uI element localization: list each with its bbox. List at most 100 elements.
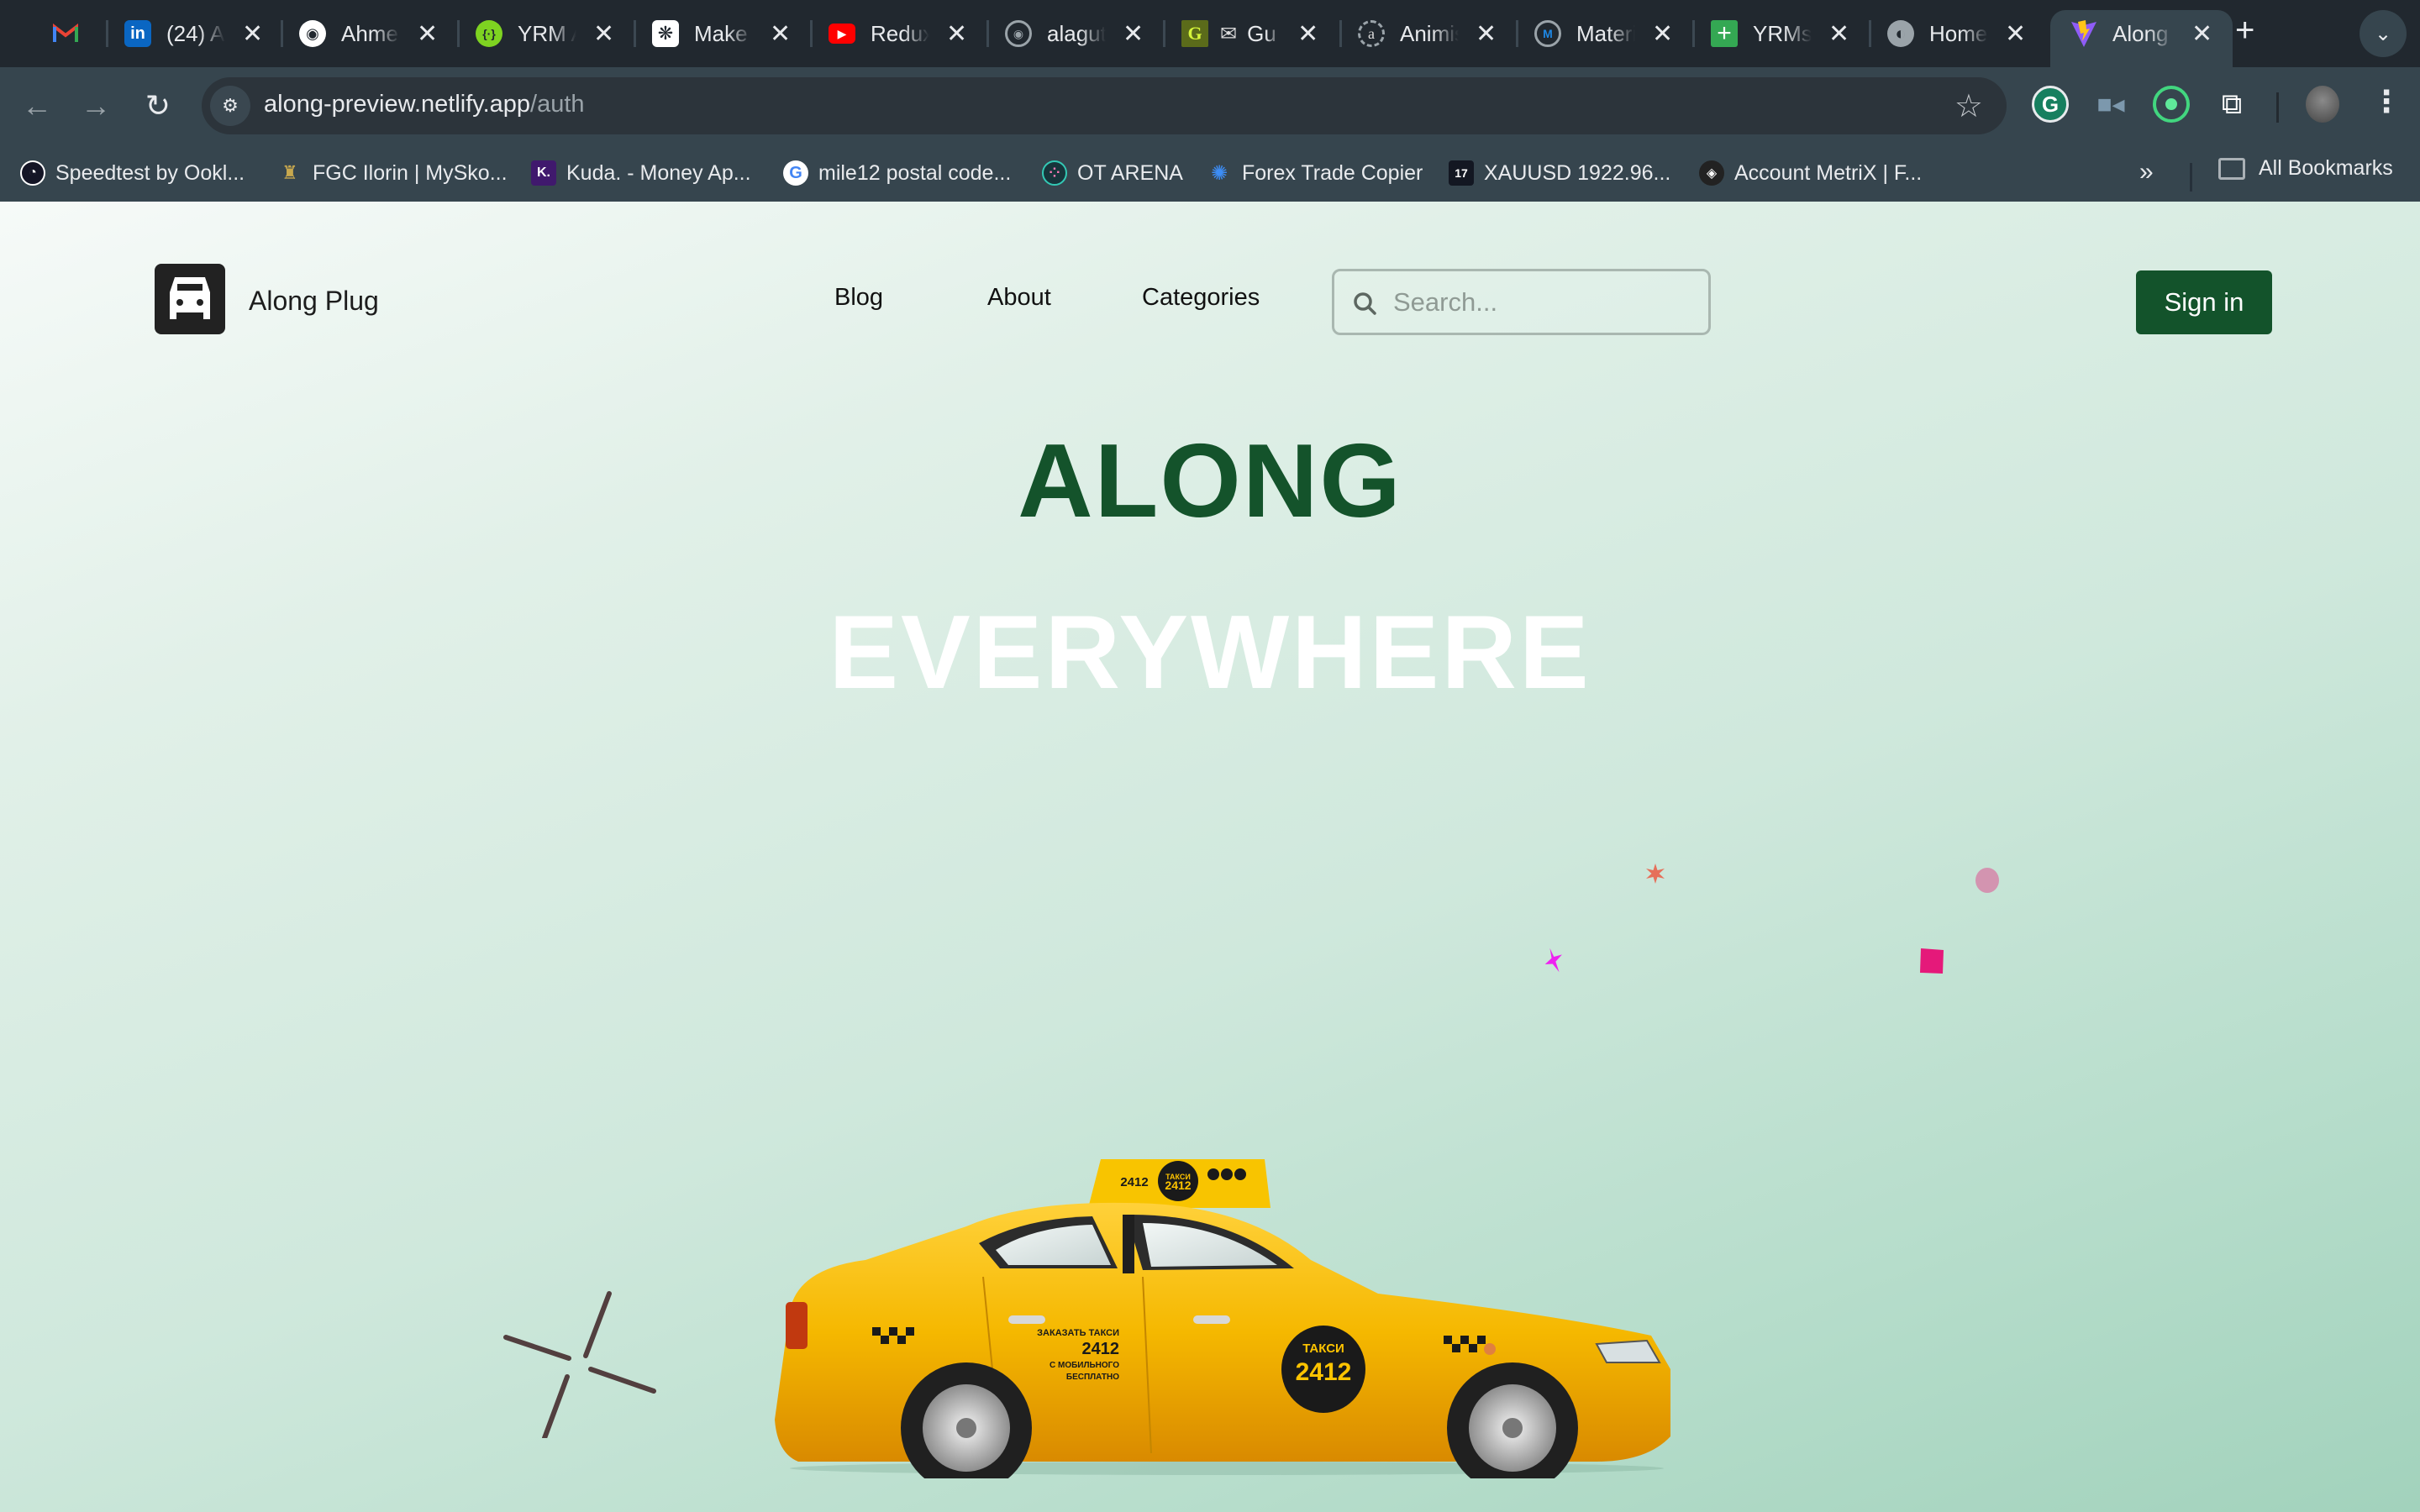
bookmarks-bar: ◔ Speedtest by Ookl... ♜ FGC Ilorin | My… <box>0 144 2420 202</box>
bookmark-star-button[interactable]: ☆ <box>1954 87 1983 125</box>
tab-title: YRMs <box>1753 20 1812 46</box>
forex-icon: ✺ <box>1210 161 1228 185</box>
car-icon <box>170 277 210 319</box>
sheets-icon: + <box>1711 19 1738 47</box>
tab-animista[interactable]: a Animis ✕ <box>1358 10 1497 57</box>
site-info-button[interactable]: ⚙ <box>210 86 250 126</box>
tab-separator <box>1869 20 1871 47</box>
bookmark-label: OT ARENA <box>1077 160 1183 185</box>
profile-avatar[interactable] <box>2306 86 2339 123</box>
target-extension[interactable] <box>2153 86 2190 123</box>
search-input[interactable] <box>1393 281 1696 323</box>
close-icon[interactable]: ✕ <box>2005 19 2026 49</box>
url-host: along-preview.netlify.app <box>264 91 531 118</box>
hero-title: ALONG <box>1018 423 1402 539</box>
close-icon[interactable]: ✕ <box>1476 19 1497 49</box>
tab-separator <box>810 20 813 47</box>
bookmark-item[interactable]: ♜ FGC Ilorin | MySko... <box>277 156 507 190</box>
ot-arena-icon: ⁘ <box>1042 160 1067 186</box>
star-icon: ☆ <box>1954 89 1983 124</box>
bookmark-item[interactable]: 17 XAUUSD 1922.96... <box>1449 156 1670 190</box>
close-icon[interactable]: ✕ <box>593 19 614 49</box>
folder-icon <box>2218 157 2245 180</box>
speedtest-icon: ◔ <box>20 160 45 186</box>
chevron-down-icon: ⌄ <box>2374 22 2392 45</box>
bookmark-item[interactable]: ◔ Speedtest by Ookl... <box>20 156 245 190</box>
tab-title: Ahme <box>341 20 398 46</box>
tab-gumroad[interactable]: G ✉ Gu ✕ <box>1181 10 1318 57</box>
browser-toolbar: ← → ↻ ⚙ along-preview.netlify.app/auth ☆… <box>0 67 2420 144</box>
tab-title: Redux <box>871 20 929 46</box>
extensions-button[interactable]: ⧉ <box>2213 86 2250 123</box>
bookmark-item[interactable]: ◈ Account MetriX | F... <box>1699 156 1922 190</box>
taxi-illustration: ТАКСИ 2412 2412 ЗАКАЗАТЬ ТАКСИ 2412 С МО… <box>775 1159 1670 1478</box>
svg-text:ЗАКАЗАТЬ ТАКСИ: ЗАКАЗАТЬ ТАКСИ <box>1037 1328 1119 1338</box>
video-extension[interactable]: ■◂ <box>2092 86 2129 123</box>
tab-title: Gu <box>1247 20 1276 46</box>
decorative-circle-icon <box>1975 868 1999 893</box>
back-button[interactable]: ← <box>13 82 60 129</box>
address-bar[interactable]: ⚙ along-preview.netlify.app/auth ☆ <box>202 77 2007 134</box>
tab-home[interactable]: ◐ Home ✕ <box>1887 10 2026 57</box>
nav-about[interactable]: About <box>987 284 1051 312</box>
url-text[interactable]: along-preview.netlify.app/auth <box>264 91 585 118</box>
tab-title: Materi <box>1576 20 1635 46</box>
close-icon[interactable]: ✕ <box>1123 19 1144 49</box>
bookmark-label: XAUUSD 1922.96... <box>1484 160 1671 185</box>
metrix-icon: ◈ <box>1699 160 1724 186</box>
tab-sheets[interactable]: + YRMs ✕ <box>1711 10 1849 57</box>
mail-icon: ✉ <box>1220 22 1238 45</box>
tab-github-2[interactable]: ◉ alagut ✕ <box>1005 10 1144 57</box>
bookmark-label: mile12 postal code... <box>818 160 1012 185</box>
bookmark-item[interactable]: ⁘ OT ARENA <box>1042 156 1183 190</box>
search-box[interactable] <box>1332 269 1711 335</box>
close-icon[interactable]: ✕ <box>946 19 967 49</box>
tab-separator <box>1692 20 1695 47</box>
tab-github[interactable]: ◉ Ahme ✕ <box>299 10 438 57</box>
reload-button[interactable]: ↻ <box>134 82 182 129</box>
tab-youtube[interactable]: ▶ Redux ✕ <box>829 10 967 57</box>
tab-material[interactable]: M Materi ✕ <box>1534 10 1673 57</box>
tab-along-active[interactable]: Along ✕ <box>2050 10 2233 67</box>
close-icon[interactable]: ✕ <box>242 19 263 49</box>
bookmark-label: Account MetriX | F... <box>1734 160 1923 185</box>
nav-blog[interactable]: Blog <box>834 284 883 312</box>
tab-linkedin[interactable]: in (24) A ✕ <box>124 10 263 57</box>
forward-button[interactable]: → <box>72 82 119 129</box>
puzzle-icon: ⧉ <box>2221 87 2243 120</box>
sign-in-button[interactable]: Sign in <box>2136 270 2272 334</box>
close-icon[interactable]: ✕ <box>1297 19 1318 49</box>
svg-text:ТАКСИ: ТАКСИ <box>1302 1341 1344 1356</box>
close-icon[interactable]: ✕ <box>2191 19 2212 49</box>
brand-name[interactable]: Along Plug <box>249 286 379 317</box>
tab-chatgpt[interactable]: ❋ Make ✕ <box>652 10 791 57</box>
decorative-square-icon <box>1920 948 1944 974</box>
all-bookmarks-button[interactable]: All Bookmarks <box>2218 156 2393 181</box>
bookmarks-overflow-button[interactable]: » <box>2139 158 2154 186</box>
kuda-icon: K. <box>531 160 556 186</box>
tab-title: (24) A <box>166 20 225 46</box>
github-icon: ◉ <box>1005 20 1032 47</box>
close-icon[interactable]: ✕ <box>1652 19 1673 49</box>
tradingview-icon: 17 <box>1449 160 1474 186</box>
svg-text:С МОБИЛЬНОГО: С МОБИЛЬНОГО <box>1050 1361 1119 1370</box>
animista-icon: a <box>1358 20 1385 47</box>
close-icon[interactable]: ✕ <box>417 19 438 49</box>
browser-menu-button[interactable]: ⋮ <box>2371 84 2402 119</box>
new-tab-button[interactable]: + <box>2235 12 2254 50</box>
logo[interactable] <box>155 264 225 334</box>
bookmark-item[interactable]: ✺ Forex Trade Copier <box>1207 156 1423 190</box>
tab-yrm[interactable]: {·} YRM A ✕ <box>476 10 614 57</box>
bookmarks-separator <box>2190 163 2192 192</box>
tab-gmail[interactable] <box>52 10 79 57</box>
tab-search-button[interactable]: ⌄ <box>2360 10 2407 57</box>
tab-separator <box>1163 20 1165 47</box>
bookmark-item[interactable]: K. Kuda. - Money Ap... <box>531 156 751 190</box>
decorative-star-icon <box>1646 864 1665 884</box>
tab-separator <box>1516 20 1518 47</box>
nav-categories[interactable]: Categories <box>1142 284 1260 312</box>
bookmark-item[interactable]: G mile12 postal code... <box>783 156 1011 190</box>
close-icon[interactable]: ✕ <box>1828 19 1849 49</box>
grammarly-extension[interactable]: G <box>2032 86 2069 123</box>
close-icon[interactable]: ✕ <box>770 19 791 49</box>
